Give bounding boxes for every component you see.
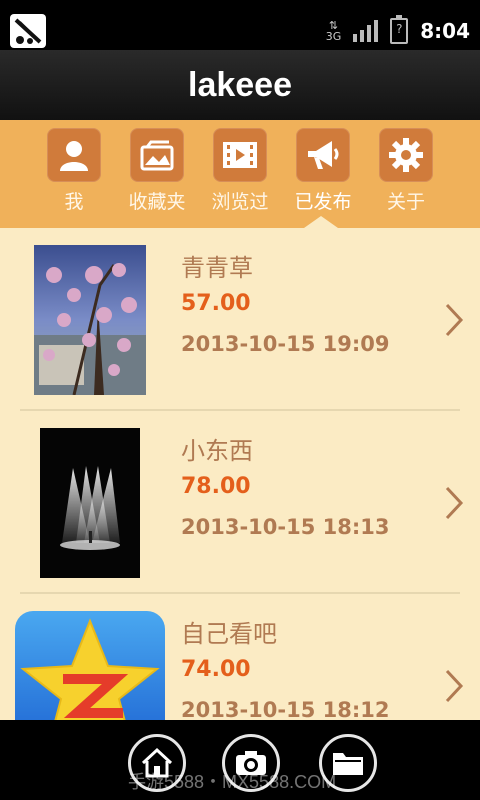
tab-label: 浏览过: [211, 191, 269, 213]
signal-icon: [353, 20, 379, 42]
item-price: 74.00: [181, 657, 251, 682]
video-icon: [213, 128, 267, 182]
user-icon: [47, 128, 101, 182]
folder-icon: [333, 753, 363, 775]
network-indicator: ⇅ 3G: [325, 19, 342, 43]
tab-about[interactable]: 关于: [365, 120, 448, 228]
item-date: 2013-10-15 19:09: [181, 332, 390, 356]
status-bar: ⇅ 3G ? 8:04: [0, 0, 480, 50]
gear-icon: [379, 128, 433, 182]
item-price: 78.00: [181, 474, 251, 499]
favorites-icon: [130, 128, 184, 182]
item-thumbnail: [15, 611, 165, 720]
active-tab-indicator: [304, 216, 338, 228]
tab-label: 收藏夹: [128, 191, 186, 213]
tab-bar: 我 收藏夹 浏览过 已发布 关于: [0, 120, 480, 228]
chevron-right-icon: [445, 303, 464, 337]
item-title: 自己看吧: [181, 620, 277, 648]
item-thumbnail: [40, 428, 140, 578]
battery-icon: ?: [390, 15, 409, 44]
item-title: 青青草: [181, 254, 253, 282]
list-item[interactable]: 小东西 78.00 2013-10-15 18:13: [0, 411, 480, 594]
published-list[interactable]: 青青草 57.00 2013-10-15 19:09 小东西 78.00 201…: [0, 228, 480, 720]
tab-published[interactable]: 已发布: [282, 120, 365, 228]
chevron-right-icon: [445, 669, 464, 703]
page-title: lakeee: [188, 65, 292, 104]
tab-label: 我: [64, 191, 84, 213]
chevron-right-icon: [445, 486, 464, 520]
list-item[interactable]: 自己看吧 74.00 2013-10-15 18:12: [0, 594, 480, 720]
item-title: 小东西: [181, 437, 253, 465]
app-notification-icon: [10, 14, 46, 48]
tab-history[interactable]: 浏览过: [199, 120, 282, 228]
megaphone-icon: [296, 128, 350, 182]
status-time: 8:04: [420, 19, 470, 43]
item-thumbnail: [34, 245, 146, 395]
item-price: 57.00: [181, 291, 251, 316]
tab-favorites[interactable]: 收藏夹: [116, 120, 199, 228]
item-date: 2013-10-15 18:12: [181, 698, 390, 720]
list-item[interactable]: 青青草 57.00 2013-10-15 19:09: [0, 228, 480, 411]
item-date: 2013-10-15 18:13: [181, 515, 390, 539]
tab-label: 已发布: [294, 191, 352, 213]
watermark-text: 手游5588・MX5588.COM: [128, 772, 337, 792]
tab-me[interactable]: 我: [33, 120, 116, 228]
title-bar: lakeee: [0, 50, 480, 120]
tab-label: 关于: [386, 191, 425, 213]
